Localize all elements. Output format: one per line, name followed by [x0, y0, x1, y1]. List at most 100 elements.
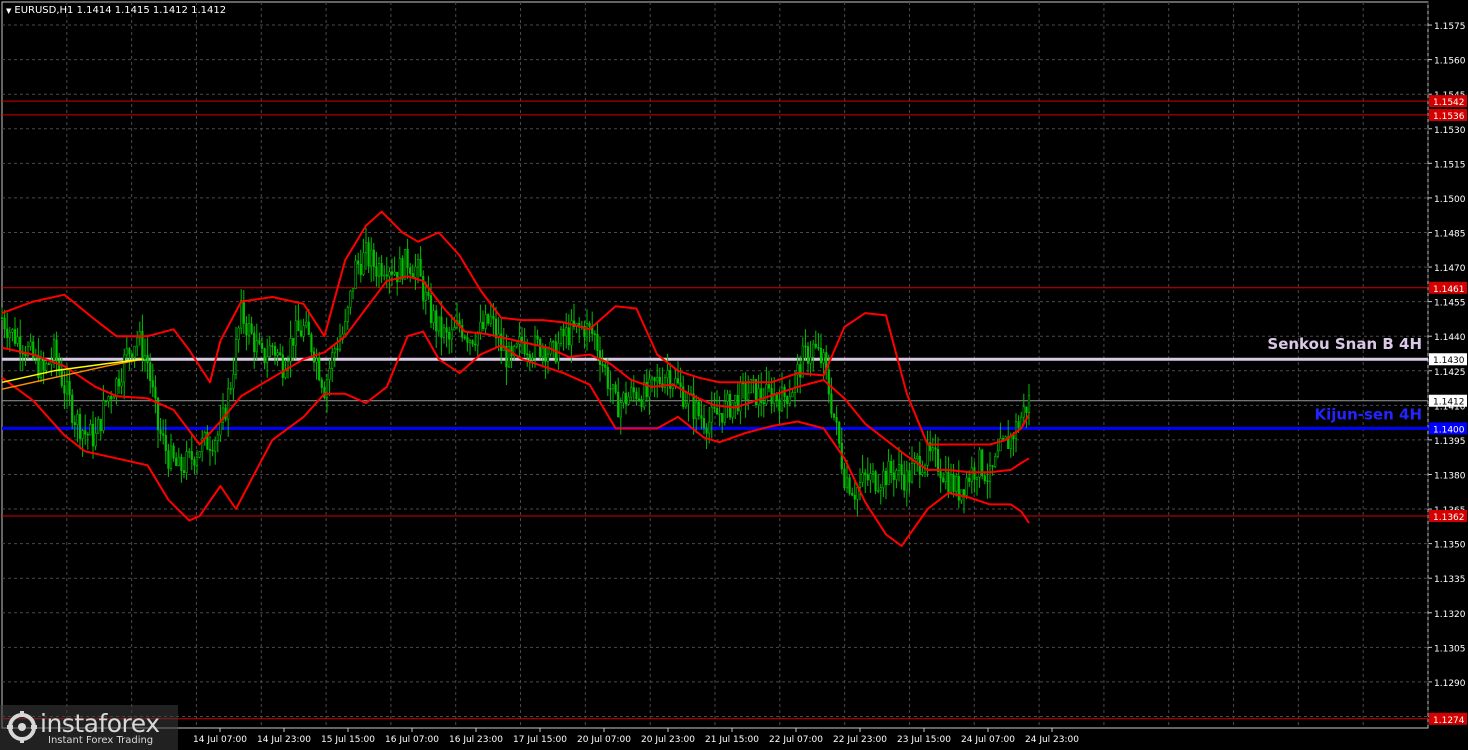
candle-body	[908, 470, 911, 483]
candle-body	[94, 432, 97, 447]
candle-body	[164, 434, 167, 451]
candle-body	[445, 327, 448, 333]
candle-body	[481, 321, 485, 329]
collapse-triangle-icon[interactable]: ▼	[6, 7, 11, 15]
candle-body	[195, 456, 199, 466]
candle-body	[175, 457, 178, 466]
candle-body	[601, 364, 604, 366]
price-tag-level-text: 1.1461	[1433, 285, 1465, 295]
candle-body	[487, 314, 490, 324]
candle-body	[832, 413, 836, 418]
x-tick-label: 22 Jul 23:00	[833, 735, 887, 745]
candle-body	[344, 321, 347, 335]
candle-body	[679, 382, 682, 388]
y-tick-label: 1.1425	[1434, 368, 1466, 378]
candle-body	[297, 320, 300, 332]
candle-body	[593, 333, 596, 336]
candle-body	[380, 263, 383, 277]
broker-logo: instaforex Instant Forex Trading	[0, 705, 178, 750]
candle-body	[359, 263, 362, 275]
candle-body	[864, 472, 867, 476]
candle-body	[643, 381, 646, 408]
candle-body	[237, 327, 240, 340]
candle-body	[255, 340, 258, 353]
candle-body	[845, 477, 849, 489]
y-tick-label: 1.1455	[1434, 299, 1466, 309]
level-annotation-senkou-span-b: Senkou Snan B 4H	[1267, 335, 1422, 353]
y-tick-label: 1.1515	[1434, 160, 1466, 170]
candle-body	[234, 339, 238, 375]
candle-body	[362, 252, 365, 275]
candle-body	[305, 321, 308, 326]
candle-body	[762, 402, 765, 405]
candle-body	[71, 394, 74, 423]
candle-body	[115, 378, 118, 398]
candle-body	[211, 449, 214, 452]
x-tick-label: 24 Jul 23:00	[1025, 735, 1079, 745]
y-tick-label: 1.1305	[1434, 644, 1466, 654]
candle-body	[419, 258, 422, 277]
candle-body	[401, 258, 404, 280]
candle-body	[47, 363, 50, 365]
candle-body	[858, 482, 862, 488]
candle-body	[528, 354, 531, 361]
candle-body	[208, 448, 212, 451]
candle-body	[489, 315, 492, 324]
candle-body	[635, 391, 638, 400]
candle-body	[541, 347, 544, 357]
candle-body	[814, 343, 817, 348]
candle-body	[994, 456, 997, 468]
candle-body	[328, 368, 331, 380]
candle-body	[931, 447, 934, 452]
candle-body	[68, 381, 71, 396]
candle-body	[84, 430, 87, 435]
candle-body	[944, 471, 947, 483]
candle-body	[177, 456, 180, 466]
price-tag-level-text: 1.1536	[1433, 112, 1465, 122]
x-tick-label: 22 Jul 07:00	[769, 735, 823, 745]
candle-body	[471, 340, 474, 345]
candle-body	[1027, 395, 1031, 413]
candle-body	[403, 248, 407, 280]
candle-body	[874, 471, 877, 492]
candle-body	[853, 494, 856, 500]
candle-body	[921, 472, 924, 475]
candle-body	[767, 384, 771, 389]
price-tag-level-text: 1.1274	[1433, 716, 1465, 726]
price-tag-level-text: 1.1542	[1433, 98, 1465, 108]
candle-body	[895, 469, 898, 480]
candle-body	[916, 455, 919, 459]
candle-body	[476, 332, 479, 346]
candle-body	[331, 352, 334, 369]
chart-canvas[interactable]: 1.15751.15601.15451.15301.15151.15001.14…	[0, 0, 1468, 750]
candle-body	[637, 398, 641, 401]
candle-body	[619, 402, 622, 418]
candle-body	[934, 447, 937, 450]
candle-body	[871, 471, 875, 474]
candle-body	[617, 391, 620, 418]
candle-body	[383, 274, 386, 277]
candle-body	[596, 334, 599, 351]
candle-body	[793, 374, 797, 393]
candle-body	[432, 310, 435, 323]
candle-body	[367, 242, 370, 267]
candle-body	[180, 456, 183, 471]
candle-body	[351, 288, 355, 292]
chart-root[interactable]: 1.15751.15601.15451.15301.15151.15001.14…	[0, 0, 1468, 750]
candle-body	[450, 329, 453, 340]
candle-body	[827, 369, 830, 395]
candle-body	[991, 465, 994, 468]
candle-body	[484, 314, 487, 329]
candle-body	[786, 396, 789, 404]
candle-body	[112, 396, 115, 400]
candle-body	[734, 394, 737, 404]
candle-body	[258, 340, 261, 344]
candle-body	[897, 464, 901, 471]
y-tick-label: 1.1335	[1434, 575, 1466, 585]
candle-body	[1022, 406, 1025, 418]
candle-body	[955, 475, 958, 492]
candle-body	[169, 445, 173, 469]
candle-body	[962, 489, 966, 496]
candle-body	[588, 323, 591, 327]
candle-body	[302, 325, 305, 337]
